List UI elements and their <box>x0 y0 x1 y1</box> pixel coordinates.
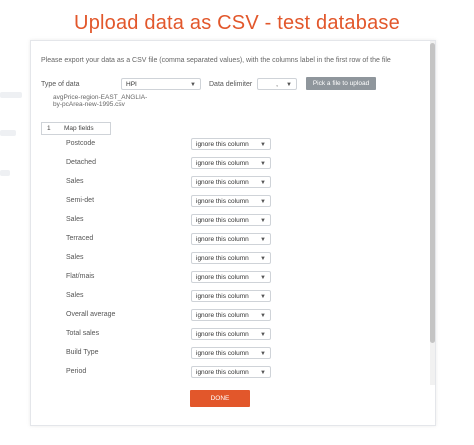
field-name: Postcode <box>66 140 96 147</box>
field-mapping-value: ignore this column <box>196 293 249 300</box>
data-delimiter-select[interactable]: , ▼ <box>257 78 297 90</box>
chevron-down-icon: ▼ <box>260 161 266 167</box>
page-title: Upload data as CSV - test database <box>74 12 400 34</box>
field-row: Sales ignore this column ▼ <box>31 212 429 231</box>
field-name: Period <box>66 368 87 375</box>
field-name: Terraced <box>66 235 94 242</box>
chevron-down-icon: ▼ <box>260 370 266 376</box>
field-name: Flat/mais <box>66 273 95 280</box>
field-name: Sales <box>66 292 84 299</box>
field-row: Sales ignore this column ▼ <box>31 174 429 193</box>
field-mapping-select[interactable]: ignore this column ▼ <box>191 214 271 226</box>
field-mapping-value: ignore this column <box>196 369 249 376</box>
field-row: Overall average ignore this column ▼ <box>31 307 429 326</box>
upload-dialog: Please export your data as a CSV file (c… <box>30 40 436 426</box>
field-row: Period ignore this column ▼ <box>31 364 429 383</box>
field-mapping-select[interactable]: ignore this column ▼ <box>191 290 271 302</box>
chevron-down-icon: ▼ <box>286 82 292 88</box>
field-mapping-select[interactable]: ignore this column ▼ <box>191 366 271 378</box>
chevron-down-icon: ▼ <box>260 199 266 205</box>
intro-text: Please export your data as a CSV file (c… <box>41 57 391 64</box>
dialog-footer: DONE <box>31 385 435 425</box>
field-mapping-value: ignore this column <box>196 312 249 319</box>
map-fields-label: Map fields <box>64 125 94 132</box>
map-fields-header: 1 Map fields <box>41 122 111 135</box>
field-name: Sales <box>66 178 84 185</box>
chevron-down-icon: ▼ <box>260 256 266 262</box>
chevron-down-icon: ▼ <box>260 142 266 148</box>
data-delimiter-value: , <box>276 81 278 88</box>
field-row: Flat/mais ignore this column ▼ <box>31 269 429 288</box>
field-row: Total sales ignore this column ▼ <box>31 326 429 345</box>
field-row: Postcode ignore this column ▼ <box>31 136 429 155</box>
field-mapping-select[interactable]: ignore this column ▼ <box>191 176 271 188</box>
field-mapping-select[interactable]: ignore this column ▼ <box>191 233 271 245</box>
field-mapping-select[interactable]: ignore this column ▼ <box>191 138 271 150</box>
data-delimiter-label: Data delimiter <box>209 81 253 88</box>
field-mapping-value: ignore this column <box>196 255 249 262</box>
field-name: Semi-det <box>66 197 95 204</box>
pick-file-button[interactable]: Pick a file to upload <box>306 77 376 90</box>
chevron-down-icon: ▼ <box>260 351 266 357</box>
field-mapping-value: ignore this column <box>196 198 249 205</box>
field-row: Sales ignore this column ▼ <box>31 288 429 307</box>
field-mapping-value: ignore this column <box>196 160 249 167</box>
field-name: Detached <box>66 159 96 166</box>
scrollbar-thumb[interactable] <box>430 43 435 343</box>
field-row: Semi-det ignore this column ▼ <box>31 193 429 212</box>
field-mapping-select[interactable]: ignore this column ▼ <box>191 252 271 264</box>
field-mapping-select[interactable]: ignore this column ▼ <box>191 195 271 207</box>
selected-filename: avgPrice-region-EAST_ANGLIA-by-pcArea-ne… <box>53 94 148 108</box>
chevron-down-icon: ▼ <box>260 237 266 243</box>
type-of-data-select[interactable]: HPI ▼ <box>121 78 201 90</box>
field-name: Build Type <box>66 349 99 356</box>
field-mapping-select[interactable]: ignore this column ▼ <box>191 271 271 283</box>
field-mapping-select[interactable]: ignore this column ▼ <box>191 157 271 169</box>
field-name: Overall average <box>66 311 116 318</box>
field-name: Sales <box>66 254 84 261</box>
chevron-down-icon: ▼ <box>260 332 266 338</box>
field-mapping-value: ignore this column <box>196 179 249 186</box>
field-mapping-value: ignore this column <box>196 274 249 281</box>
field-row: Terraced ignore this column ▼ <box>31 231 429 250</box>
field-mapping-value: ignore this column <box>196 217 249 224</box>
field-row: Detached ignore this column ▼ <box>31 155 429 174</box>
type-of-data-value: HPI <box>126 81 137 88</box>
field-row: Build Type ignore this column ▼ <box>31 345 429 364</box>
map-fields-number: 1 <box>47 125 51 132</box>
field-mapping-value: ignore this column <box>196 141 249 148</box>
field-mapping-value: ignore this column <box>196 350 249 357</box>
field-name: Sales <box>66 216 84 223</box>
field-mapping-select[interactable]: ignore this column ▼ <box>191 328 271 340</box>
field-mapping-select[interactable]: ignore this column ▼ <box>191 309 271 321</box>
field-mapping-value: ignore this column <box>196 331 249 338</box>
chevron-down-icon: ▼ <box>190 82 196 88</box>
chevron-down-icon: ▼ <box>260 218 266 224</box>
chevron-down-icon: ▼ <box>260 294 266 300</box>
chevron-down-icon: ▼ <box>260 313 266 319</box>
done-button[interactable]: DONE <box>190 390 250 407</box>
chevron-down-icon: ▼ <box>260 180 266 186</box>
field-row: Sales ignore this column ▼ <box>31 250 429 269</box>
chevron-down-icon: ▼ <box>260 275 266 281</box>
dialog-scroll-region[interactable]: Please export your data as a CSV file (c… <box>31 41 429 385</box>
field-name: Total sales <box>66 330 100 337</box>
type-of-data-label: Type of data <box>41 81 80 88</box>
scrollbar-track[interactable] <box>430 41 435 385</box>
field-mapping-select[interactable]: ignore this column ▼ <box>191 347 271 359</box>
field-mapping-value: ignore this column <box>196 236 249 243</box>
